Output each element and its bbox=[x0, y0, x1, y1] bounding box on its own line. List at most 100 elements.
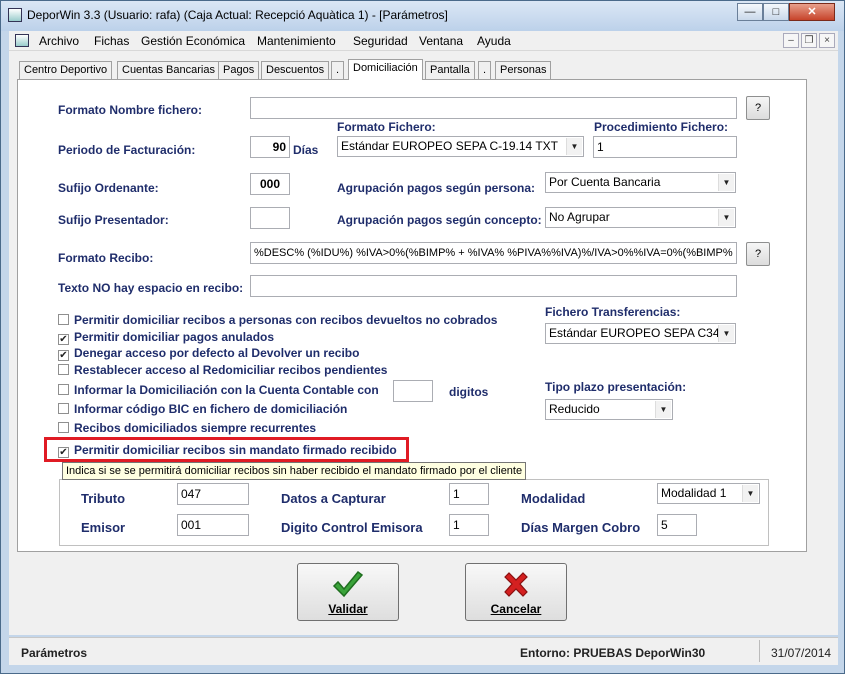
validar-button[interactable]: Validar bbox=[297, 563, 399, 621]
checkbox-box[interactable] bbox=[58, 384, 69, 395]
formato-recibo-input[interactable]: %DESC% (%IDU%) %IVA>0%(%BIMP% + %IVA% %P… bbox=[250, 242, 737, 264]
checkbox-box[interactable]: ✔ bbox=[58, 350, 69, 361]
agrupacion-concepto-label: Agrupación pagos según concepto: bbox=[337, 213, 542, 227]
checkbox-restablecer-acceso[interactable]: Restablecer acceso al Redomiciliar recib… bbox=[58, 363, 387, 377]
checkbox-codigo-bic[interactable]: Informar código BIC en fichero de domici… bbox=[58, 402, 347, 416]
digitos-label: digitos bbox=[449, 385, 489, 399]
sufijo-ordenante-label: Sufijo Ordenante: bbox=[58, 181, 159, 195]
tab-descuentos[interactable]: Descuentos bbox=[261, 61, 330, 80]
tab-pantalla[interactable]: Pantalla bbox=[425, 61, 475, 80]
chevron-down-icon[interactable]: ▼ bbox=[566, 138, 582, 155]
agrupacion-concepto-value: No Agrupar bbox=[549, 210, 610, 224]
menu-gestion-economica[interactable]: Gestión Económica bbox=[141, 34, 245, 48]
checkbox-label: Permitir domiciliar recibos a personas c… bbox=[74, 313, 498, 327]
formato-recibo-help-button[interactable]: ? bbox=[746, 242, 770, 266]
checkbox-recibos-devueltos[interactable]: Permitir domiciliar recibos a personas c… bbox=[58, 313, 497, 327]
tooltip: Indica si se se permitirá domiciliar rec… bbox=[62, 462, 527, 480]
tab-domiciliacion[interactable]: Domiciliación bbox=[348, 59, 423, 80]
status-date: 31/07/2014 bbox=[771, 646, 832, 660]
mdi-minimize-button[interactable]: – bbox=[783, 33, 799, 48]
chevron-down-icon[interactable]: ▼ bbox=[718, 209, 734, 226]
sufijo-presentador-label: Sufijo Presentador: bbox=[58, 213, 169, 227]
datos-capturar-input[interactable]: 1 bbox=[449, 483, 489, 505]
agrupacion-concepto-select[interactable]: No Agrupar ▼ bbox=[545, 207, 736, 228]
checkmark-icon bbox=[332, 570, 364, 598]
checkbox-box[interactable] bbox=[58, 364, 69, 375]
checkbox-pagos-anulados[interactable]: ✔ Permitir domiciliar pagos anulados bbox=[58, 330, 274, 345]
agrupacion-persona-label: Agrupación pagos según persona: bbox=[337, 181, 536, 195]
digitos-input[interactable] bbox=[393, 380, 433, 402]
menu-fichas[interactable]: Fichas bbox=[94, 34, 129, 48]
modalidad-value: Modalidad 1 bbox=[661, 486, 727, 500]
formato-fichero-select[interactable]: Estándar EUROPEO SEPA C-19.14 TXT ▼ bbox=[337, 136, 584, 157]
menu-mantenimiento[interactable]: Mantenimiento bbox=[257, 34, 336, 48]
periodo-label: Periodo de Facturación: bbox=[58, 143, 196, 157]
cancelar-label: Cancelar bbox=[490, 602, 542, 616]
dias-margen-input[interactable]: 5 bbox=[657, 514, 697, 536]
chevron-down-icon[interactable]: ▼ bbox=[718, 325, 734, 342]
formato-fichero-label: Formato Fichero: bbox=[337, 120, 436, 134]
close-window-button[interactable]: ✕ bbox=[789, 3, 835, 21]
mdi-restore-button[interactable]: ❐ bbox=[801, 33, 817, 48]
mdi-close-button[interactable]: × bbox=[819, 33, 835, 48]
procedimiento-input[interactable]: 1 bbox=[593, 136, 737, 158]
periodo-input[interactable]: 90 bbox=[250, 136, 290, 158]
menu-ventana[interactable]: Ventana bbox=[419, 34, 463, 48]
dias-margen-label: Días Margen Cobro bbox=[521, 520, 641, 535]
tipo-plazo-label: Tipo plazo presentación: bbox=[545, 380, 687, 394]
sufijo-ordenante-input[interactable]: 000 bbox=[250, 173, 290, 195]
checkbox-siempre-recurrentes[interactable]: Recibos domiciliados siempre recurrentes bbox=[58, 421, 316, 435]
cancelar-button[interactable]: Cancelar bbox=[465, 563, 567, 621]
fichero-transferencias-label: Fichero Transferencias: bbox=[545, 305, 681, 319]
checkbox-box[interactable]: ✔ bbox=[58, 334, 69, 345]
checkbox-box[interactable] bbox=[58, 422, 69, 433]
checkbox-box[interactable] bbox=[58, 314, 69, 325]
menu-bar: Archivo Fichas Gestión Económica Manteni… bbox=[9, 31, 838, 51]
digito-control-label: Digito Control Emisora bbox=[281, 520, 423, 535]
checkbox-label: Denegar acceso por defecto al Devolver u… bbox=[74, 346, 360, 360]
chevron-down-icon[interactable]: ▼ bbox=[718, 174, 734, 191]
chevron-down-icon[interactable]: ▼ bbox=[655, 401, 671, 418]
checkbox-label: Recibos domiciliados siempre recurrentes bbox=[74, 421, 317, 435]
tab-dot-2[interactable]: . bbox=[478, 61, 492, 80]
fichero-transferencias-select[interactable]: Estándar EUROPEO SEPA C34 ▼ bbox=[545, 323, 736, 344]
checkbox-box[interactable] bbox=[58, 403, 69, 414]
agrupacion-persona-select[interactable]: Por Cuenta Bancaria ▼ bbox=[545, 172, 736, 193]
menu-seguridad[interactable]: Seguridad bbox=[353, 34, 408, 48]
tab-cuentas-bancarias[interactable]: Cuentas Bancarias bbox=[117, 61, 220, 80]
chevron-down-icon[interactable]: ▼ bbox=[742, 485, 758, 502]
texto-no-espacio-input[interactable] bbox=[250, 275, 737, 297]
checkbox-label: Informar la Domiciliación con la Cuenta … bbox=[74, 383, 379, 397]
app-icon bbox=[8, 8, 22, 22]
checkbox-denegar-acceso[interactable]: ✔ Denegar acceso por defecto al Devolver … bbox=[58, 346, 359, 361]
tab-personas[interactable]: Personas bbox=[495, 61, 552, 80]
checkbox-cuenta-contable[interactable]: Informar la Domiciliación con la Cuenta … bbox=[58, 383, 379, 397]
checkbox-label: Informar código BIC en fichero de domici… bbox=[74, 402, 348, 416]
formato-nombre-label: Formato Nombre fichero: bbox=[58, 103, 203, 117]
emisor-input[interactable]: 001 bbox=[177, 514, 249, 536]
status-entorno: Entorno: PRUEBAS DeporWin30 bbox=[520, 646, 706, 660]
window-title: DeporWin 3.3 (Usuario: rafa) (Caja Actua… bbox=[27, 8, 448, 22]
tab-dot-1[interactable]: . bbox=[331, 61, 345, 80]
tab-centro-deportivo[interactable]: Centro Deportivo bbox=[19, 61, 113, 80]
tributo-label: Tributo bbox=[81, 491, 126, 506]
menu-ayuda[interactable]: Ayuda bbox=[477, 34, 511, 48]
modalidad-label: Modalidad bbox=[521, 491, 586, 506]
agrupacion-persona-value: Por Cuenta Bancaria bbox=[549, 175, 661, 189]
modalidad-select[interactable]: Modalidad 1 ▼ bbox=[657, 483, 760, 504]
formato-nombre-help-button[interactable]: ? bbox=[746, 96, 770, 120]
minimize-button[interactable]: — bbox=[737, 3, 763, 21]
tipo-plazo-select[interactable]: Reducido ▼ bbox=[545, 399, 673, 420]
menu-archivo[interactable]: Archivo bbox=[39, 34, 79, 48]
tab-pagos[interactable]: Pagos bbox=[218, 61, 260, 80]
periodo-unit: Días bbox=[293, 143, 319, 157]
highlight-box bbox=[44, 437, 409, 462]
tributo-input[interactable]: 047 bbox=[177, 483, 249, 505]
formato-nombre-input[interactable] bbox=[250, 97, 737, 119]
status-divider bbox=[759, 640, 760, 662]
maximize-button[interactable]: □ bbox=[763, 3, 789, 21]
sufijo-presentador-input[interactable] bbox=[250, 207, 290, 229]
digito-control-input[interactable]: 1 bbox=[449, 514, 489, 536]
title-bar[interactable]: DeporWin 3.3 (Usuario: rafa) (Caja Actua… bbox=[1, 1, 844, 31]
validar-label: Validar bbox=[328, 602, 368, 616]
